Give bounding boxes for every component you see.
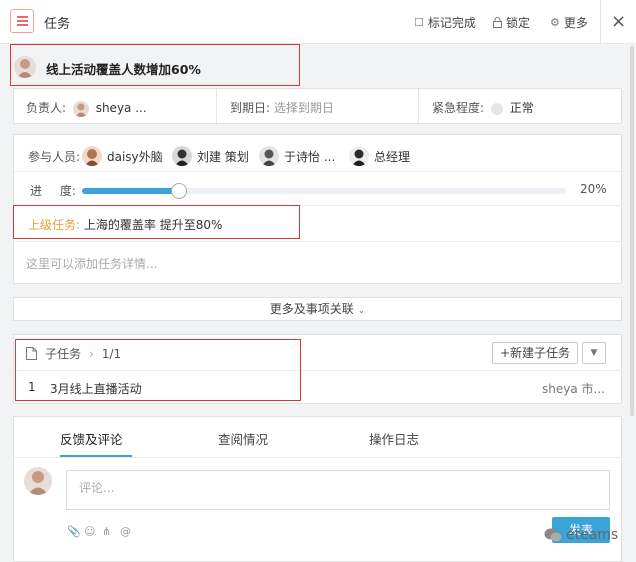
participant-name: daisy外脑	[107, 149, 163, 164]
progress-label-a: 进	[30, 184, 43, 198]
lock-icon	[493, 17, 502, 28]
participant-item[interactable]: daisy外脑	[82, 146, 163, 166]
highlight-box-subtasks	[15, 339, 301, 401]
highlight-box-title	[10, 44, 300, 86]
divider	[14, 457, 621, 458]
new-subtask-button[interactable]: +新建子任务	[492, 342, 578, 364]
mark-done-button[interactable]: ☐ 标记完成	[414, 14, 476, 31]
watermark-text: eteams	[566, 527, 619, 543]
progress-value: 20%	[580, 182, 607, 196]
participants-label-text: 参与人员:	[28, 150, 81, 164]
new-subtask-dropdown[interactable]: ▼	[582, 342, 606, 364]
participant-name: 刘建 策划	[197, 149, 249, 164]
feedback-card: 反馈及评论 查阅情况 操作日志 评论... 📎 ☺ ⋔ @ 发表	[13, 416, 622, 562]
owner-value: sheya ...	[95, 101, 147, 115]
gear-icon: ⚙	[550, 16, 560, 29]
progress-slider-handle[interactable]	[170, 183, 187, 199]
participant-item[interactable]: 刘建 策划	[172, 146, 249, 166]
participant-item[interactable]: 总经理	[349, 146, 410, 166]
watermark: eteams	[544, 527, 618, 543]
task-details-placeholder[interactable]: 这里可以添加任务详情...	[26, 255, 157, 272]
participant-avatar	[82, 146, 102, 166]
subtask-owner: sheya 市...	[542, 382, 605, 396]
divider	[14, 241, 621, 242]
close-button[interactable]: ×	[600, 0, 636, 44]
owner-small-avatar	[72, 100, 89, 117]
due-date-label: 到期日:	[230, 101, 271, 115]
divider	[216, 89, 217, 125]
urgency-dot-icon	[490, 102, 503, 115]
more-button[interactable]: ⚙ 更多	[550, 14, 588, 31]
participant-avatar	[172, 146, 192, 166]
participant-name: 于诗怡 ...	[284, 149, 336, 164]
more-label: 更多	[563, 16, 588, 30]
progress-label-b: 度:	[59, 184, 76, 198]
checkbox-icon: ☐	[414, 16, 424, 29]
panel-header: 任务 ☐ 标记完成 锁定 ⚙ 更多 ×	[0, 0, 636, 44]
due-date-placeholder: 选择到期日	[273, 101, 334, 115]
urgency-field[interactable]: 紧急程度: 正常	[432, 99, 534, 116]
urgency-value: 正常	[509, 101, 534, 115]
share-icon[interactable]: ⋔	[102, 525, 111, 538]
chevron-down-icon: ⌄	[357, 306, 366, 316]
progress-fill	[82, 188, 179, 194]
highlight-box-parent-task	[13, 205, 300, 239]
participants-label: 参与人员:	[28, 148, 80, 165]
tab-feedback[interactable]: 反馈及评论	[60, 429, 123, 448]
due-date-field[interactable]: 到期日: 选择到期日	[230, 99, 334, 116]
participant-item[interactable]: 于诗怡 ...	[259, 146, 335, 166]
emoji-icon[interactable]: ☺	[84, 525, 95, 538]
task-meta-row: 负责人: sheya ... 到期日: 选择到期日 紧急程度: 正常	[13, 88, 622, 125]
tab-read-status[interactable]: 查阅情况	[218, 429, 268, 448]
progress-label: 进 度:	[30, 182, 76, 199]
wechat-icon	[544, 528, 562, 542]
more-link-text: 更多及事项关联	[269, 302, 354, 316]
more-and-relations-link[interactable]: 更多及事项关联 ⌄	[13, 297, 622, 321]
divider	[14, 171, 621, 172]
progress-slider[interactable]	[82, 183, 566, 199]
participant-avatar	[349, 146, 369, 166]
user-avatar	[24, 467, 52, 495]
lock-label: 锁定	[506, 16, 531, 30]
chevron-down-icon: ▼	[590, 348, 598, 358]
participant-name: 总经理	[374, 149, 411, 164]
mention-icon[interactable]: @	[120, 525, 131, 538]
owner-field[interactable]: 负责人: sheya ...	[26, 99, 147, 117]
task-list-icon[interactable]	[10, 9, 34, 33]
participant-avatar	[259, 146, 279, 166]
scrollbar[interactable]	[630, 46, 634, 416]
attachment-icon[interactable]: 📎	[67, 525, 81, 538]
comment-input[interactable]: 评论...	[66, 470, 610, 510]
tab-operation-log[interactable]: 操作日志	[369, 429, 419, 448]
urgency-label: 紧急程度:	[432, 101, 485, 115]
lock-button[interactable]: 锁定	[493, 14, 530, 31]
divider	[418, 89, 419, 125]
panel-title: 任务	[44, 17, 71, 32]
mark-done-label: 标记完成	[427, 16, 476, 30]
owner-label: 负责人:	[26, 101, 67, 115]
